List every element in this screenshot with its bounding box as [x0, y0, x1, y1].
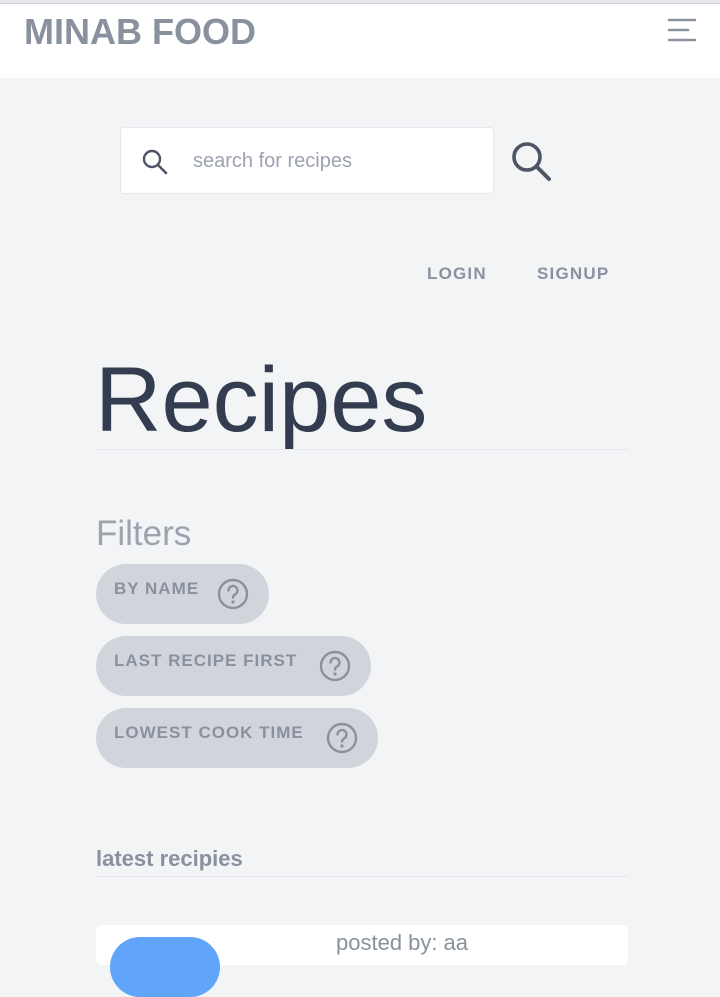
filter-label: BY NAME [114, 579, 200, 598]
filters-heading: Filters [96, 514, 192, 553]
login-link[interactable]: LOGIN [427, 264, 487, 284]
recipe-card[interactable]: posted by: aa [96, 925, 628, 997]
signup-link[interactable]: SIGNUP [537, 264, 609, 284]
hamburger-menu-button[interactable] [664, 16, 700, 46]
help-circle-icon[interactable] [319, 650, 351, 682]
recipe-author: aa [443, 930, 468, 955]
title-divider [96, 449, 628, 450]
hamburger-menu-icon [667, 18, 697, 42]
search-submit-button[interactable] [508, 138, 556, 186]
site-header: MINAB FOOD [0, 4, 720, 78]
help-circle-icon[interactable] [326, 722, 358, 754]
search-box [120, 127, 494, 194]
filter-label: LAST RECIPE FIRST [114, 651, 298, 670]
page-title: Recipes [95, 349, 428, 451]
filter-by-name-button[interactable]: BY NAME [96, 564, 269, 624]
recipe-thumbnail[interactable] [110, 937, 220, 997]
latest-recipes-heading: latest recipies [96, 846, 243, 871]
search-icon [142, 149, 168, 175]
filter-label: LOWEST COOK TIME [114, 723, 304, 742]
search-icon [512, 142, 551, 181]
latest-divider [96, 876, 628, 877]
posted-by-label: posted by: [336, 930, 438, 955]
filter-last-recipe-first-button[interactable]: LAST RECIPE FIRST [96, 636, 371, 696]
search-input[interactable] [193, 142, 483, 180]
filter-lowest-cook-time-button[interactable]: LOWEST COOK TIME [96, 708, 378, 768]
help-circle-icon[interactable] [217, 578, 249, 610]
brand-logo-text[interactable]: MINAB FOOD [24, 11, 256, 53]
recipe-posted-by: posted by: aa [336, 930, 468, 956]
